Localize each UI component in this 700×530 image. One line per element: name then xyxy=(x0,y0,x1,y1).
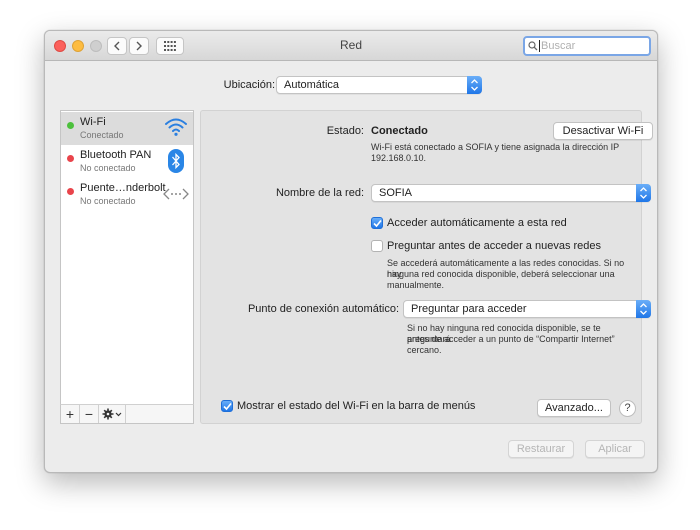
text-caret xyxy=(539,40,540,52)
status-label: Estado: xyxy=(326,125,364,137)
ask-to-join-description-line-3: manualmente. xyxy=(387,280,445,290)
add-service-button[interactable]: + xyxy=(61,405,80,423)
checkmark-icon xyxy=(373,219,382,228)
network-name-popup[interactable]: SOFIA xyxy=(371,184,651,202)
wifi-icon xyxy=(165,118,187,136)
ask-to-join-checkbox[interactable] xyxy=(371,240,383,252)
location-label: Ubicación: xyxy=(223,79,275,91)
service-list-toolbar: + − xyxy=(60,404,194,424)
thunderbolt-bridge-icon xyxy=(163,188,189,200)
service-list: Wi-Fi Conectado Bluetooth PAN No conecta… xyxy=(60,110,194,424)
checkmark-icon xyxy=(223,402,232,411)
search-placeholder: Buscar xyxy=(541,40,576,52)
hotspot-value: Preguntar para acceder xyxy=(411,303,527,315)
service-status: Conectado xyxy=(80,130,124,140)
hotspot-popup[interactable]: Preguntar para acceder xyxy=(403,300,651,318)
auto-join-checkbox[interactable] xyxy=(371,217,383,229)
help-button[interactable]: ? xyxy=(619,400,636,417)
service-status: No conectado xyxy=(80,163,136,173)
show-wifi-status-label: Mostrar el estado del Wi-Fi en la barra … xyxy=(237,400,476,412)
status-dot-disconnected xyxy=(67,155,74,162)
hotspot-label: Punto de conexión automático: xyxy=(247,303,399,315)
location-value: Automática xyxy=(284,79,340,91)
ask-to-join-label: Preguntar antes de acceder a nuevas rede… xyxy=(387,240,602,252)
status-description-line-2: 192.168.0.10. xyxy=(371,153,427,163)
hotspot-description-line-2: antes de acceder a un punto de “Comparti… xyxy=(407,334,615,355)
status-dot-connected xyxy=(67,122,74,129)
service-name: Bluetooth PAN xyxy=(80,149,152,161)
title-bar: Red Buscar xyxy=(45,31,657,61)
service-item-thunderbolt-bridge[interactable]: Puente…nderbolt No conectado xyxy=(61,178,193,211)
bluetooth-icon xyxy=(168,149,184,173)
search-field[interactable]: Buscar xyxy=(523,36,651,56)
popup-arrows-icon xyxy=(467,76,482,94)
disable-wifi-button[interactable]: Desactivar Wi-Fi xyxy=(553,122,653,140)
service-name: Wi-Fi xyxy=(80,116,106,128)
status-value: Conectado xyxy=(371,125,428,137)
search-icon xyxy=(528,41,538,51)
service-actions-button[interactable] xyxy=(99,405,126,423)
ask-to-join-description-line-2: ninguna red conocida disponible, deberá … xyxy=(387,269,615,279)
service-status: No conectado xyxy=(80,196,136,206)
revert-button[interactable]: Restaurar xyxy=(508,440,574,458)
network-name-value: SOFIA xyxy=(379,187,413,199)
service-name: Puente…nderbolt xyxy=(80,182,166,194)
service-item-bluetooth-pan[interactable]: Bluetooth PAN No conectado xyxy=(61,145,193,178)
status-description-line-1: Wi-Fi está conectado a SOFIA y tiene asi… xyxy=(371,142,620,152)
auto-join-label: Acceder automáticamente a esta red xyxy=(387,217,567,229)
remove-service-button[interactable]: − xyxy=(80,405,99,423)
network-preferences-window: Red Buscar Ubicación: Automática Wi-Fi C… xyxy=(44,30,658,473)
detail-panel: Estado: Conectado Desactivar Wi-Fi Wi-Fi… xyxy=(200,110,653,424)
show-wifi-status-checkbox[interactable] xyxy=(221,400,233,412)
popup-arrows-icon xyxy=(636,300,651,318)
apply-button[interactable]: Aplicar xyxy=(585,440,645,458)
network-name-label: Nombre de la red: xyxy=(275,187,364,199)
service-item-wifi[interactable]: Wi-Fi Conectado xyxy=(61,112,193,145)
popup-arrows-icon xyxy=(636,184,651,202)
gear-icon xyxy=(102,408,122,420)
location-popup[interactable]: Automática xyxy=(276,76,482,94)
advanced-button[interactable]: Avanzado... xyxy=(537,399,611,417)
status-dot-disconnected xyxy=(67,188,74,195)
